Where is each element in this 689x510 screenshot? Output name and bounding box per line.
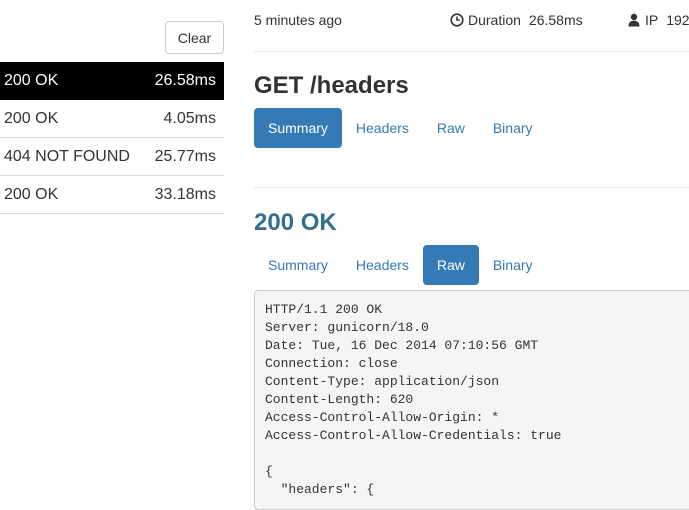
request-list: 200 OK 26.58ms 200 OK 4.05ms 404 NOT FOU… <box>0 62 224 214</box>
request-meta: 5 minutes ago Duration 26.58ms IP 192 <box>254 12 689 32</box>
ip-value: 192 <box>666 12 689 28</box>
response-tab-headers[interactable]: Headers <box>342 245 423 285</box>
request-time: 4.05ms <box>163 109 216 127</box>
duration-value: 26.58ms <box>528 12 583 28</box>
response-tab-raw[interactable]: Raw <box>422 245 479 285</box>
ip-label: IP <box>645 12 659 28</box>
request-tab-binary[interactable]: Binary <box>479 108 547 148</box>
request-status: 404 NOT FOUND <box>4 147 130 165</box>
raw-response-text: HTTP/1.1 200 OK Server: gunicorn/18.0 Da… <box>265 302 562 497</box>
request-time: 33.18ms <box>154 185 216 203</box>
request-row[interactable]: 200 OK 33.18ms <box>0 176 224 214</box>
raw-response-panel[interactable]: HTTP/1.1 200 OK Server: gunicorn/18.0 Da… <box>254 290 689 510</box>
request-status: 200 OK <box>4 71 59 89</box>
request-row[interactable]: 200 OK 4.05ms <box>0 100 224 138</box>
clear-button[interactable]: Clear <box>165 21 224 54</box>
request-title: GET /headers <box>254 72 409 99</box>
client-ip: IP 192 <box>628 12 689 28</box>
request-tab-summary[interactable]: Summary <box>254 108 342 148</box>
request-sidebar: Clear 200 OK 26.58ms 200 OK 4.05ms 404 N… <box>0 0 224 501</box>
response-tab-binary[interactable]: Binary <box>479 245 547 285</box>
request-detail: 5 minutes ago Duration 26.58ms IP 192 GE… <box>254 0 689 510</box>
request-status: 200 OK <box>4 109 59 127</box>
request-status: 200 OK <box>4 185 59 203</box>
request-tabs: Summary Headers Raw Binary <box>254 108 547 148</box>
duration: Duration 26.58ms <box>450 12 583 28</box>
duration-label: Duration <box>468 12 521 28</box>
request-tab-headers[interactable]: Headers <box>342 108 423 148</box>
time-ago: 5 minutes ago <box>254 12 342 28</box>
request-row[interactable]: 200 OK 26.58ms <box>0 62 224 100</box>
user-icon <box>628 13 640 27</box>
clock-icon <box>450 13 464 27</box>
request-time: 25.77ms <box>154 147 216 165</box>
divider <box>254 187 689 188</box>
response-title: 200 OK <box>254 209 337 236</box>
response-tabs: Summary Headers Raw Binary <box>254 245 547 285</box>
response-tab-summary[interactable]: Summary <box>254 245 342 285</box>
divider <box>254 51 689 52</box>
request-row[interactable]: 404 NOT FOUND 25.77ms <box>0 138 224 176</box>
request-time: 26.58ms <box>154 71 216 89</box>
request-tab-raw[interactable]: Raw <box>423 108 479 148</box>
